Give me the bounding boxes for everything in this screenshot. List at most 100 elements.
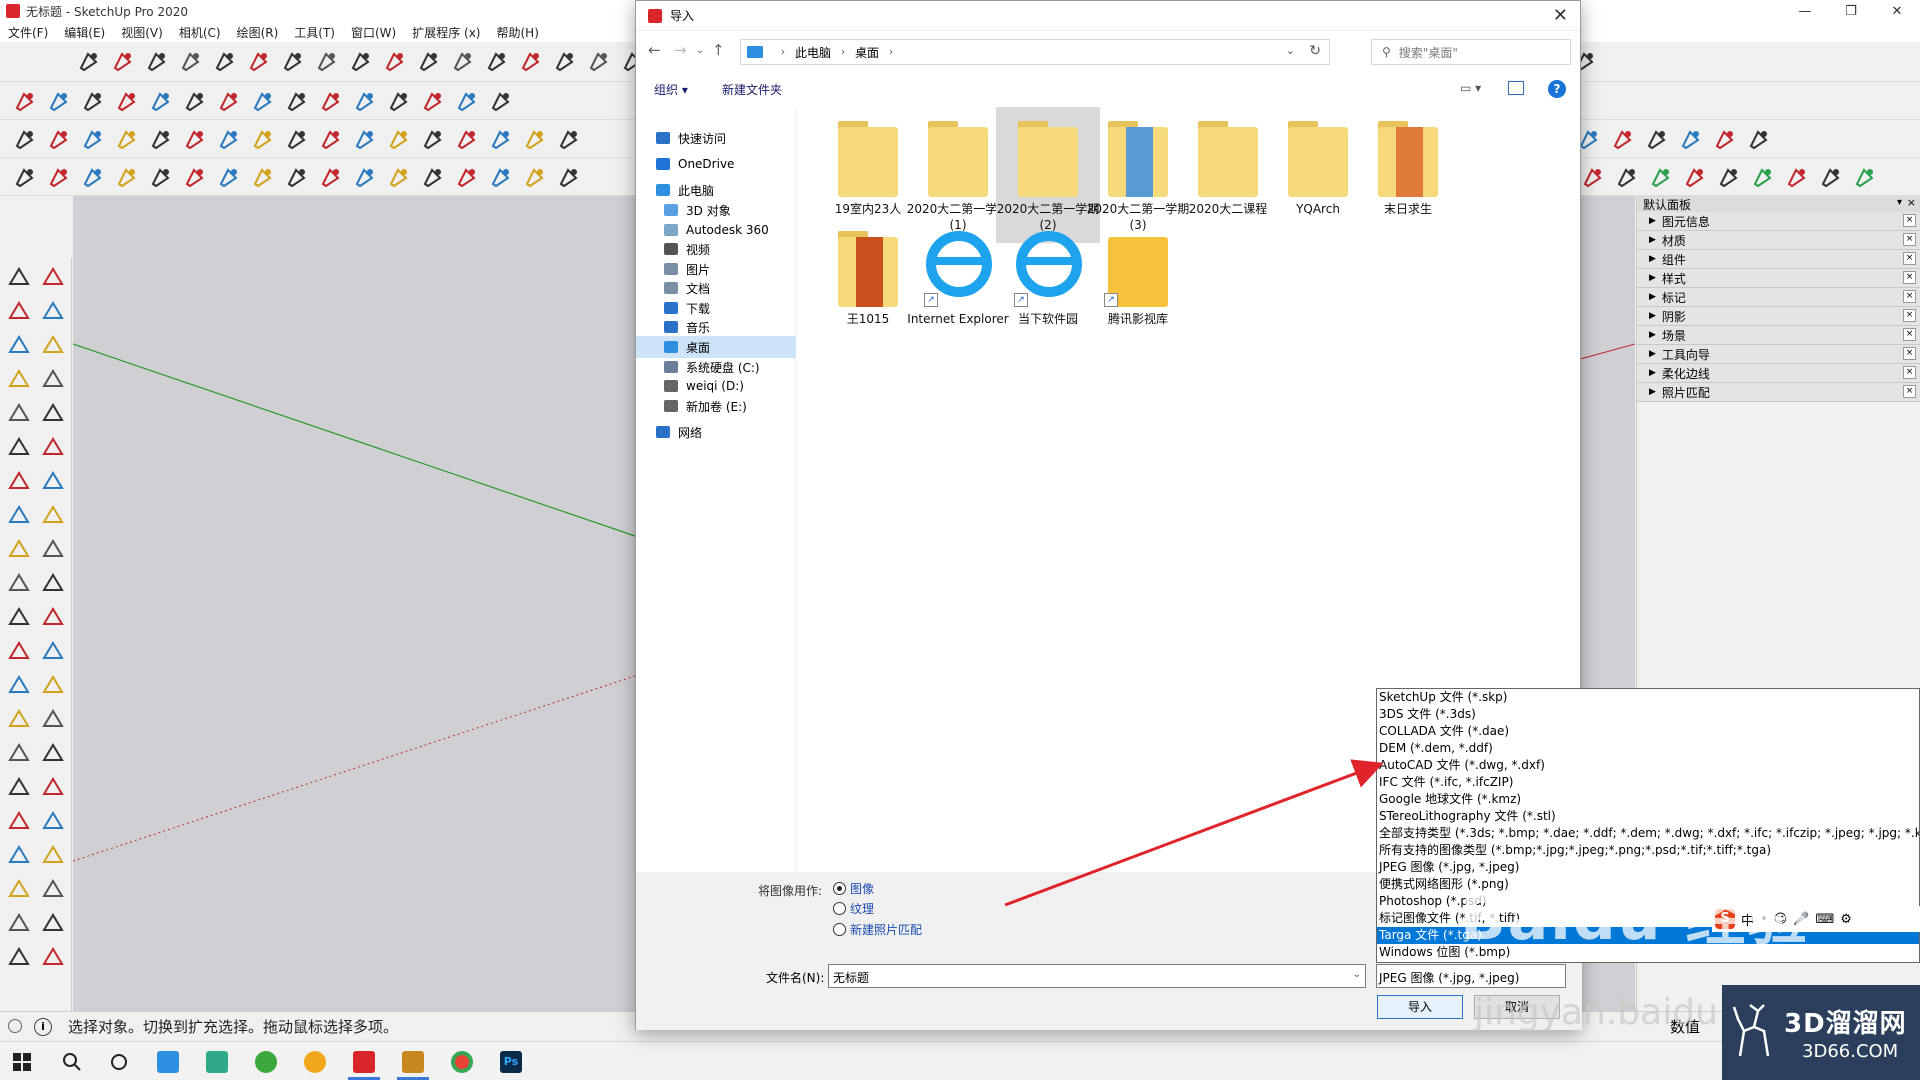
palette-tool-icon[interactable] (6, 876, 32, 902)
toolbar-tool-icon[interactable] (420, 126, 446, 152)
palette-tool-icon[interactable] (6, 706, 32, 732)
radio-texture[interactable]: 纹理 (833, 900, 874, 917)
search-taskbar-button[interactable] (52, 1046, 92, 1078)
taskbar-chrome-app[interactable] (442, 1046, 482, 1078)
tray-panel-item[interactable]: ▶ 组件 × (1637, 250, 1920, 269)
toolbar-tool-icon[interactable] (148, 126, 174, 152)
palette-tool-icon[interactable] (40, 570, 66, 596)
taskbar-sketchup-app[interactable] (344, 1046, 384, 1080)
toolbar-tool-icon[interactable] (148, 88, 174, 114)
toolbar-tool-icon[interactable] (318, 88, 344, 114)
up-arrow-icon[interactable]: ↑ (712, 41, 725, 59)
palette-tool-icon[interactable] (40, 706, 66, 732)
toolbar-tool-icon[interactable] (80, 126, 106, 152)
tray-panel-item[interactable]: ▶ 照片匹配 × (1637, 383, 1920, 402)
shortcut-item[interactable]: ↗ 腾讯影视库 (1086, 217, 1190, 353)
panel-close-icon[interactable]: × (1903, 214, 1916, 227)
import-button[interactable]: 导入 (1377, 995, 1463, 1019)
nav-item[interactable]: weiqi (D:) (636, 375, 796, 397)
tray-panel-item[interactable]: ▶ 柔化边线 × (1637, 364, 1920, 383)
toolbar-tool-icon[interactable] (454, 126, 480, 152)
toolbar-tool-icon[interactable] (352, 126, 378, 152)
folder-item[interactable]: 2020大二课程 (1176, 107, 1280, 243)
palette-tool-icon[interactable] (6, 774, 32, 800)
file-type-select[interactable]: JPEG 图像 (*.jpg, *.jpeg) (1376, 964, 1566, 988)
toolbar-tool-icon[interactable] (348, 48, 374, 74)
palette-tool-icon[interactable] (40, 808, 66, 834)
palette-tool-icon[interactable] (40, 264, 66, 290)
filename-field[interactable]: 无标题 ⌄ (828, 964, 1366, 988)
toolbar-tool-icon[interactable] (216, 164, 242, 190)
palette-tool-icon[interactable] (6, 604, 32, 630)
dialog-close-button[interactable]: ✕ (1553, 5, 1568, 26)
info-icon[interactable]: i (34, 1017, 52, 1036)
panel-close-icon[interactable]: × (1903, 233, 1916, 246)
palette-tool-icon[interactable] (40, 298, 66, 324)
radio-icon[interactable] (833, 923, 846, 936)
toolbar-tool-icon[interactable] (1610, 126, 1636, 152)
menu-help[interactable]: 帮助(H) (488, 24, 546, 41)
palette-tool-icon[interactable] (40, 740, 66, 766)
view-options-icon[interactable]: ▭ ▾ (1460, 81, 1490, 95)
nav-item[interactable]: 文档 (636, 277, 796, 299)
palette-tool-icon[interactable] (6, 468, 32, 494)
toolbar-tool-icon[interactable] (76, 48, 102, 74)
toolbar-tool-icon[interactable] (488, 126, 514, 152)
toolbar-tool-icon[interactable] (488, 164, 514, 190)
palette-tool-icon[interactable] (6, 638, 32, 664)
toolbar-tool-icon[interactable] (12, 164, 38, 190)
palette-tool-icon[interactable] (40, 842, 66, 868)
toolbar-tool-icon[interactable] (144, 48, 170, 74)
toolbar-tool-icon[interactable] (182, 88, 208, 114)
toolbar-tool-icon[interactable] (420, 164, 446, 190)
taskbar-photoshop-app[interactable]: Ps (491, 1046, 531, 1078)
chevron-down-icon[interactable]: ⌄ (1286, 44, 1295, 57)
menu-extensions[interactable]: 扩展程序 (x) (404, 24, 488, 41)
toolbar-tool-icon[interactable] (518, 48, 544, 74)
start-button[interactable] (2, 1046, 42, 1078)
palette-tool-icon[interactable] (40, 944, 66, 970)
toolbar-tool-icon[interactable] (46, 126, 72, 152)
folder-item[interactable]: 末日求生 (1356, 107, 1460, 243)
palette-tool-icon[interactable] (40, 536, 66, 562)
toolbar-tool-icon[interactable] (450, 48, 476, 74)
taskbar-archive-app[interactable] (393, 1046, 433, 1080)
breadcrumb-desktop[interactable]: 桌面 (855, 44, 879, 61)
panel-close-icon[interactable]: × (1903, 347, 1916, 360)
folder-item[interactable]: YQArch (1266, 107, 1370, 243)
radio-photo-match[interactable]: 新建照片匹配 (833, 921, 922, 938)
toolbar-tool-icon[interactable] (246, 48, 272, 74)
toolbar-tool-icon[interactable] (314, 48, 340, 74)
nav-item[interactable]: 3D 对象 (636, 199, 796, 221)
palette-tool-icon[interactable] (40, 876, 66, 902)
toolbar-tool-icon[interactable] (522, 164, 548, 190)
toolbar-tool-icon[interactable] (522, 126, 548, 152)
panel-close-icon[interactable]: × (1903, 290, 1916, 303)
forward-arrow-icon[interactable]: → (674, 41, 687, 59)
recent-dropdown-icon[interactable]: ⌄ (696, 45, 704, 56)
menu-tools[interactable]: 工具(T) (286, 24, 343, 41)
toolbar-tool-icon[interactable] (114, 88, 140, 114)
palette-tool-icon[interactable] (40, 366, 66, 392)
toolbar-tool-icon[interactable] (1750, 164, 1776, 190)
toolbar-tool-icon[interactable] (284, 126, 310, 152)
expand-triangle-icon[interactable]: ▶ (1649, 292, 1656, 302)
palette-tool-icon[interactable] (6, 536, 32, 562)
toolbar-tool-icon[interactable] (216, 126, 242, 152)
toolbar-tool-icon[interactable] (80, 88, 106, 114)
palette-tool-icon[interactable] (6, 808, 32, 834)
toolbar-tool-icon[interactable] (488, 88, 514, 114)
palette-tool-icon[interactable] (6, 910, 32, 936)
palette-tool-icon[interactable] (6, 298, 32, 324)
menu-edit[interactable]: 编辑(E) (56, 24, 113, 41)
nav-item[interactable]: 新加卷 (E:) (636, 395, 796, 417)
toolbar-tool-icon[interactable] (1852, 164, 1878, 190)
file-type-option[interactable]: Google 地球文件 (*.kmz) (1377, 791, 1919, 808)
panel-close-icon[interactable]: × (1903, 309, 1916, 322)
panel-close-icon[interactable]: × (1903, 385, 1916, 398)
palette-tool-icon[interactable] (6, 570, 32, 596)
nav-item[interactable]: OneDrive (636, 153, 796, 175)
toolbar-tool-icon[interactable] (12, 126, 38, 152)
menu-file[interactable]: 文件(F) (0, 24, 56, 41)
palette-tool-icon[interactable] (6, 400, 32, 426)
